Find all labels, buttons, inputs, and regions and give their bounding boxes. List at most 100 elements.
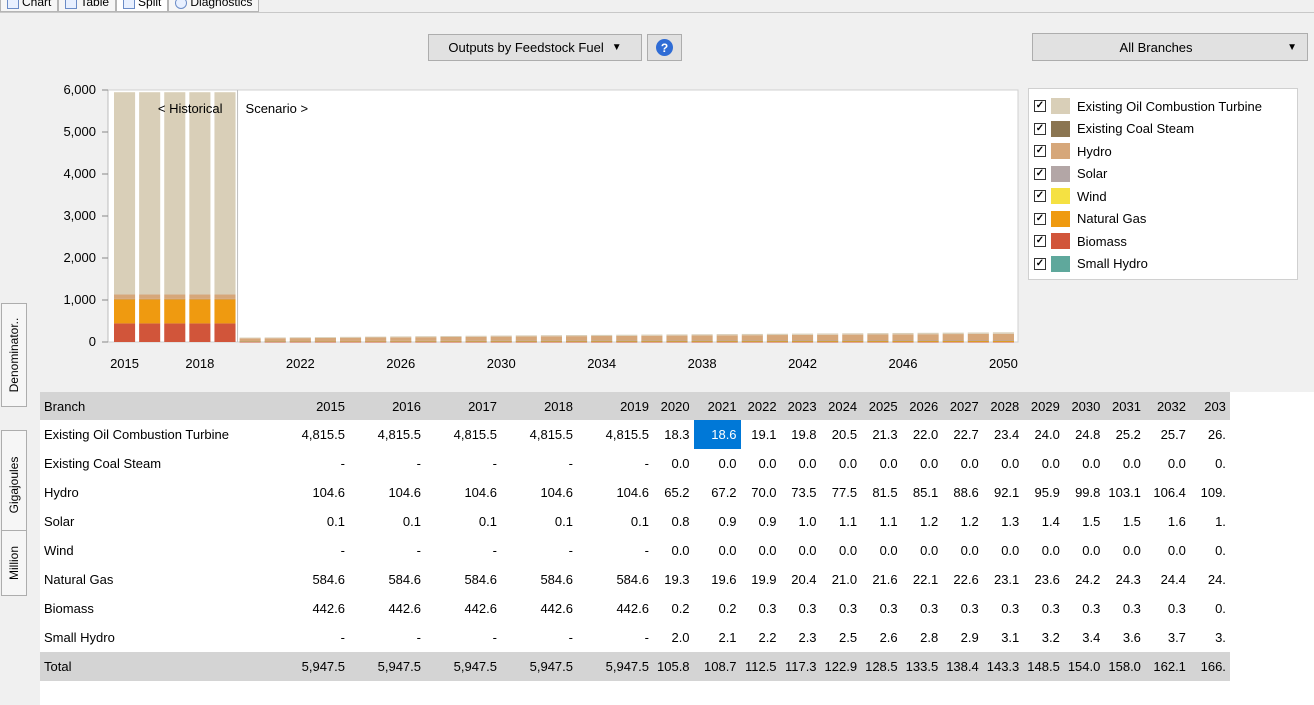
table-cell[interactable]: 67.2 <box>694 478 741 507</box>
table-cell[interactable]: 1.5 <box>1064 507 1105 536</box>
table-cell[interactable]: 148.5 <box>1023 652 1064 681</box>
side-tab-million[interactable]: Million <box>1 530 27 596</box>
column-header-branch[interactable]: Branch <box>40 392 273 420</box>
table-cell[interactable]: 0.0 <box>1104 536 1145 565</box>
branches-selector[interactable]: All Branches ▼ <box>1032 33 1308 61</box>
table-cell[interactable]: 24.4 <box>1145 565 1190 594</box>
row-label[interactable]: Small Hydro <box>40 623 273 652</box>
table-cell[interactable]: 23.6 <box>1023 565 1064 594</box>
row-label[interactable]: Solar <box>40 507 273 536</box>
table-cell[interactable]: 24. <box>1190 565 1230 594</box>
table-cell[interactable]: 0.0 <box>653 536 694 565</box>
table-cell[interactable]: 104.6 <box>425 478 501 507</box>
table-cell[interactable]: 1.0 <box>781 507 821 536</box>
table-cell[interactable]: 584.6 <box>425 565 501 594</box>
table-cell[interactable]: 104.6 <box>273 478 349 507</box>
table-cell[interactable]: 0.3 <box>1145 594 1190 623</box>
table-cell[interactable]: 0.0 <box>942 449 983 478</box>
tab-table[interactable]: Table <box>58 0 117 12</box>
tab-chart[interactable]: Chart <box>0 0 59 12</box>
table-cell[interactable]: 0.0 <box>1023 536 1064 565</box>
table-cell[interactable]: 158.0 <box>1104 652 1145 681</box>
table-cell[interactable]: 104.6 <box>349 478 425 507</box>
row-label[interactable]: Wind <box>40 536 273 565</box>
table-cell[interactable]: 2.6 <box>861 623 902 652</box>
table-cell[interactable]: 22.1 <box>902 565 943 594</box>
table-cell[interactable]: 2.2 <box>741 623 781 652</box>
row-label[interactable]: Biomass <box>40 594 273 623</box>
help-button[interactable]: ? <box>647 34 682 61</box>
table-cell[interactable]: 19.9 <box>741 565 781 594</box>
table-cell[interactable]: 20.5 <box>821 420 862 449</box>
table-cell[interactable]: 2.0 <box>653 623 694 652</box>
table-cell[interactable]: 20.4 <box>781 565 821 594</box>
tab-diagnostics[interactable]: Diagnostics <box>168 0 260 12</box>
table-cell[interactable]: 0.3 <box>1064 594 1105 623</box>
table-cell[interactable]: 2.8 <box>902 623 943 652</box>
table-cell[interactable]: - <box>349 536 425 565</box>
table-cell[interactable]: 5,947.5 <box>349 652 425 681</box>
table-cell[interactable]: 0. <box>1190 536 1230 565</box>
table-cell[interactable]: 138.4 <box>942 652 983 681</box>
table-cell[interactable]: - <box>273 623 349 652</box>
column-header-year[interactable]: 2026 <box>901 392 943 420</box>
table-cell[interactable]: 0.3 <box>781 594 821 623</box>
table-cell[interactable]: 95.9 <box>1023 478 1064 507</box>
table-cell[interactable]: 26. <box>1190 420 1230 449</box>
table-cell[interactable]: 166. <box>1189 652 1230 681</box>
table-cell[interactable]: 584.6 <box>577 565 653 594</box>
table-cell[interactable]: 22.7 <box>942 420 983 449</box>
table-cell[interactable]: 21.0 <box>821 565 862 594</box>
table-cell[interactable]: - <box>425 623 501 652</box>
table-cell[interactable]: 104.6 <box>501 478 577 507</box>
table-cell[interactable]: 5,947.5 <box>425 652 501 681</box>
legend-checkbox[interactable]: ✓ <box>1034 257 1046 270</box>
table-cell[interactable]: 0.0 <box>983 449 1024 478</box>
table-cell[interactable]: 0.0 <box>902 536 943 565</box>
table-cell[interactable]: 3. <box>1190 623 1230 652</box>
legend-item[interactable]: ✓ Solar <box>1029 163 1297 186</box>
table-cell[interactable]: 21.6 <box>861 565 902 594</box>
table-cell[interactable]: 3.2 <box>1023 623 1064 652</box>
table-cell[interactable]: - <box>501 536 577 565</box>
table-cell[interactable]: 22.6 <box>942 565 983 594</box>
row-label[interactable]: Hydro <box>40 478 273 507</box>
table-cell[interactable]: 0.0 <box>781 449 821 478</box>
table-cell[interactable]: 24.3 <box>1104 565 1145 594</box>
table-cell[interactable]: 1.2 <box>942 507 983 536</box>
table-cell[interactable]: 0.0 <box>1104 449 1145 478</box>
column-header-year[interactable]: 2023 <box>780 392 821 420</box>
column-header-year[interactable]: 2025 <box>861 392 902 420</box>
column-header-year[interactable]: 2027 <box>942 392 983 420</box>
table-cell[interactable]: - <box>577 449 653 478</box>
table-cell[interactable]: 0.0 <box>1145 449 1190 478</box>
table-cell[interactable]: 77.5 <box>821 478 862 507</box>
table-cell[interactable]: 0.3 <box>902 594 943 623</box>
column-header-year[interactable]: 2017 <box>425 392 501 420</box>
table-cell[interactable]: 92.1 <box>983 478 1024 507</box>
table-cell[interactable]: 0.0 <box>781 536 821 565</box>
table-cell[interactable]: 162.1 <box>1144 652 1190 681</box>
table-cell[interactable]: 70.0 <box>741 478 781 507</box>
table-cell[interactable]: 2.5 <box>821 623 862 652</box>
table-cell[interactable]: 0.0 <box>1064 536 1105 565</box>
table-cell[interactable]: 117.3 <box>780 652 821 681</box>
table-cell[interactable]: 128.5 <box>861 652 902 681</box>
table-cell[interactable]: - <box>501 449 577 478</box>
table-cell[interactable]: 584.6 <box>349 565 425 594</box>
table-cell[interactable]: 25.7 <box>1145 420 1190 449</box>
table-cell[interactable]: 23.1 <box>983 565 1024 594</box>
table-cell[interactable]: 108.7 <box>693 652 741 681</box>
legend-checkbox[interactable]: ✓ <box>1034 190 1046 203</box>
table-cell[interactable]: 19.1 <box>741 420 781 449</box>
legend-checkbox[interactable]: ✓ <box>1034 167 1046 180</box>
table-cell[interactable]: 0.0 <box>902 449 943 478</box>
table-cell[interactable]: 103.1 <box>1104 478 1145 507</box>
table-cell[interactable]: 5,947.5 <box>273 652 349 681</box>
table-cell[interactable]: 99.8 <box>1064 478 1105 507</box>
table-cell[interactable]: 0.0 <box>942 536 983 565</box>
table-cell[interactable]: 24.8 <box>1064 420 1105 449</box>
table-cell[interactable]: 0.1 <box>425 507 501 536</box>
table-cell[interactable]: 19.8 <box>781 420 821 449</box>
table-cell[interactable]: 1.3 <box>983 507 1024 536</box>
